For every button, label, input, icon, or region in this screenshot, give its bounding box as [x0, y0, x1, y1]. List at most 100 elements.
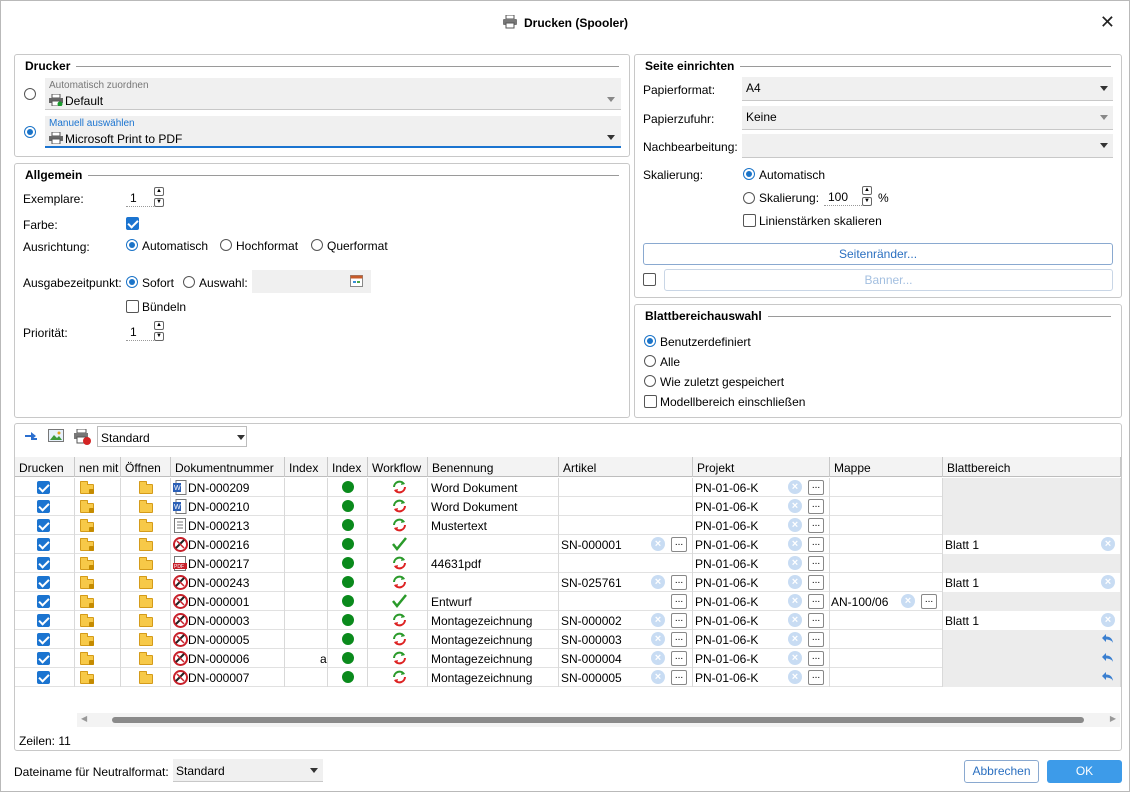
open-folder-icon[interactable]	[139, 500, 153, 513]
exemplare-up-button[interactable]: ▲	[154, 187, 164, 196]
open-folder-icon[interactable]	[139, 614, 153, 627]
open-with-folder-icon[interactable]	[80, 595, 94, 608]
open-with-folder-icon[interactable]	[80, 614, 94, 627]
projekt-browse-button[interactable]: ...	[808, 556, 824, 571]
exemplare-input[interactable]: 1	[126, 189, 154, 207]
skal-down-button[interactable]: ▼	[862, 197, 872, 206]
open-folder-icon[interactable]	[139, 481, 153, 494]
buendeln-checkbox[interactable]	[126, 300, 139, 313]
skal-value-input[interactable]: 100	[824, 188, 862, 206]
clear-projekt-icon[interactable]: ×	[788, 537, 802, 551]
open-folder-icon[interactable]	[139, 557, 153, 570]
scroll-left-icon[interactable]: ◀	[81, 714, 87, 723]
blatt-benutzerdefiniert-radio[interactable]	[644, 335, 656, 347]
undo-icon[interactable]	[1101, 633, 1114, 647]
clear-projekt-icon[interactable]: ×	[788, 575, 802, 589]
skal-up-button[interactable]: ▲	[862, 186, 872, 195]
ausrichtung-querformat-radio[interactable]	[311, 239, 323, 251]
print-checkbox[interactable]	[37, 538, 50, 551]
ausrichtung-hochformat-radio[interactable]	[220, 239, 232, 251]
table-row[interactable]: DN-000003 Montagezeichnung SN-000002 ×... PN…	[15, 611, 1121, 630]
print-checkbox[interactable]	[37, 614, 50, 627]
calendar-icon[interactable]	[350, 275, 363, 290]
open-folder-icon[interactable]	[139, 519, 153, 532]
clear-artikel-icon[interactable]: ×	[651, 651, 665, 665]
projekt-browse-button[interactable]: ...	[808, 632, 824, 647]
clear-projekt-icon[interactable]: ×	[788, 556, 802, 570]
ok-button[interactable]: OK	[1047, 760, 1122, 783]
open-with-folder-icon[interactable]	[80, 557, 94, 570]
open-with-folder-icon[interactable]	[80, 576, 94, 589]
linien-checkbox[interactable]	[743, 214, 756, 227]
table-row[interactable]: DN-000213 Mustertext PN-01-06-K ×...	[15, 516, 1121, 535]
auto-printer-combo[interactable]: Automatisch zuordnen Default	[45, 78, 621, 110]
column-header[interactable]: Benennung	[428, 457, 559, 477]
mappe-browse-button[interactable]: ...	[921, 594, 937, 609]
clear-blatt-icon[interactable]: ×	[1101, 575, 1115, 589]
column-header[interactable]: nen mit	[75, 457, 121, 477]
open-folder-icon[interactable]	[139, 633, 153, 646]
undo-icon[interactable]	[1101, 652, 1114, 666]
manual-printer-combo[interactable]: Manuell auswählen Microsoft Print to PDF	[45, 116, 621, 148]
artikel-browse-button[interactable]: ...	[671, 651, 687, 666]
print-checkbox[interactable]	[37, 500, 50, 513]
open-with-folder-icon[interactable]	[80, 538, 94, 551]
open-with-folder-icon[interactable]	[80, 519, 94, 532]
ausrichtung-automatisch-radio[interactable]	[126, 239, 138, 251]
scroll-right-icon[interactable]: ▶	[1110, 714, 1116, 723]
table-row[interactable]: DN-000005 Montagezeichnung SN-000003 ×... PN…	[15, 630, 1121, 649]
table-row[interactable]: DN-000243 SN-025761 ×... PN-01-06-K ×... Blat…	[15, 573, 1121, 592]
ausgabe-sofort-radio[interactable]	[126, 276, 138, 288]
column-header[interactable]: Öffnen	[121, 457, 171, 477]
print-checkbox[interactable]	[37, 519, 50, 532]
undo-icon[interactable]	[1101, 671, 1114, 685]
clear-projekt-icon[interactable]: ×	[788, 518, 802, 532]
horizontal-scrollbar[interactable]: ◀ ▶	[77, 713, 1120, 727]
scrollbar-thumb[interactable]	[112, 717, 1084, 723]
projekt-browse-button[interactable]: ...	[808, 575, 824, 590]
column-header[interactable]: Dokumentnummer	[171, 457, 285, 477]
clear-blatt-icon[interactable]: ×	[1101, 537, 1115, 551]
projekt-browse-button[interactable]: ...	[808, 613, 824, 628]
blatt-alle-radio[interactable]	[644, 355, 656, 367]
exemplare-down-button[interactable]: ▼	[154, 198, 164, 207]
open-with-folder-icon[interactable]	[80, 481, 94, 494]
print-checkbox[interactable]	[37, 652, 50, 665]
auto-assign-radio[interactable]	[24, 88, 36, 100]
artikel-browse-button[interactable]: ...	[671, 575, 687, 590]
table-row[interactable]: DN-000001 Entwurf... PN-01-06-K ×... AN-100/…	[15, 592, 1121, 611]
open-folder-icon[interactable]	[139, 538, 153, 551]
projekt-browse-button[interactable]: ...	[808, 537, 824, 552]
table-row[interactable]: PDF DN-000217 44631pdf PN-01-06-K ×...	[15, 554, 1121, 573]
clear-projekt-icon[interactable]: ×	[788, 499, 802, 513]
modell-checkbox[interactable]	[644, 395, 657, 408]
column-header[interactable]: Projekt	[693, 457, 830, 477]
table-row[interactable]: DN-000007 Montagezeichnung SN-000005 ×... PN…	[15, 668, 1121, 687]
print-checkbox[interactable]	[37, 557, 50, 570]
artikel-browse-button[interactable]: ...	[671, 632, 687, 647]
projekt-browse-button[interactable]: ...	[808, 670, 824, 685]
banner-button[interactable]: Banner...	[664, 269, 1113, 291]
open-with-folder-icon[interactable]	[80, 633, 94, 646]
prioritaet-input[interactable]: 1	[126, 323, 154, 341]
projekt-browse-button[interactable]: ...	[808, 594, 824, 609]
skal-custom-radio[interactable]	[743, 192, 755, 204]
clear-projekt-icon[interactable]: ×	[788, 480, 802, 494]
artikel-browse-button[interactable]: ...	[671, 537, 687, 552]
print-checkbox[interactable]	[37, 671, 50, 684]
papierzufuhr-combo[interactable]: Keine	[742, 106, 1113, 130]
clear-projekt-icon[interactable]: ×	[788, 613, 802, 627]
image-preview-icon[interactable]	[48, 429, 64, 447]
clear-blatt-icon[interactable]: ×	[1101, 613, 1115, 627]
projekt-browse-button[interactable]: ...	[808, 499, 824, 514]
artikel-browse-button[interactable]: ...	[671, 594, 687, 609]
prioritaet-up-button[interactable]: ▲	[154, 321, 164, 330]
clear-artikel-icon[interactable]: ×	[651, 575, 665, 589]
clear-artikel-icon[interactable]: ×	[651, 613, 665, 627]
prioritaet-down-button[interactable]: ▼	[154, 332, 164, 341]
column-header[interactable]: Blattbereich	[943, 457, 1121, 477]
refresh-icon[interactable]	[23, 430, 39, 447]
print-checkbox[interactable]	[37, 633, 50, 646]
papierformat-combo[interactable]: A4	[742, 77, 1113, 101]
blatt-zuletzt-radio[interactable]	[644, 375, 656, 387]
